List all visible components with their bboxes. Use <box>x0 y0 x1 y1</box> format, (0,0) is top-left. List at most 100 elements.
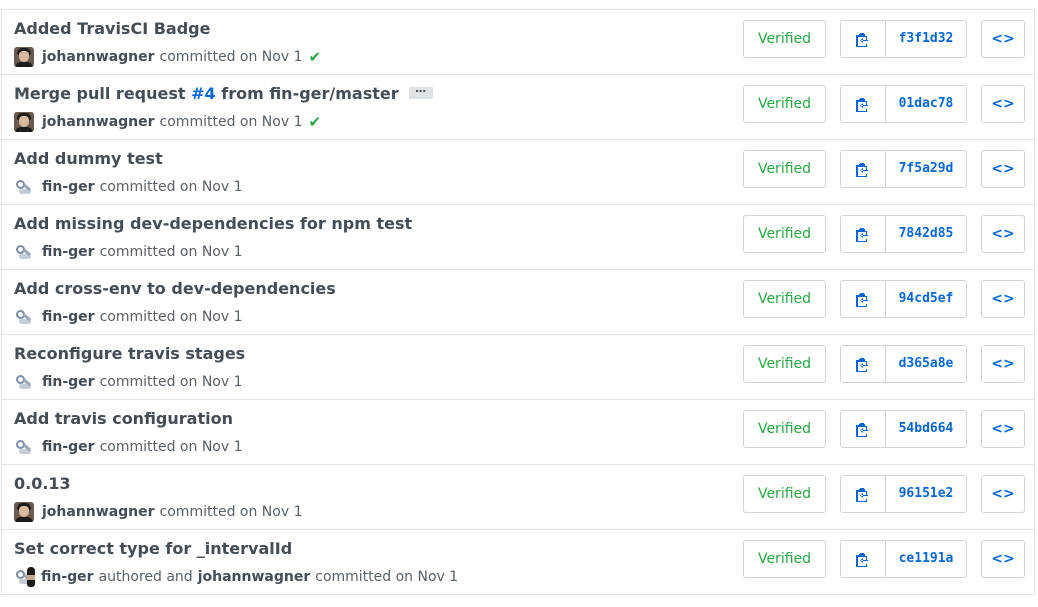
commit-title[interactable]: Add missing dev-dependencies for npm tes… <box>14 214 412 233</box>
commit-meta: fin-ger committed on Nov 1 <box>14 177 243 197</box>
sha-button-group: 01dac78 <box>840 85 967 123</box>
commit-date: committed on Nov 1 <box>315 569 459 585</box>
commit-title[interactable]: Set correct type for _intervalId <box>14 539 292 558</box>
commit-sha-link[interactable]: d365a8e <box>886 346 966 382</box>
code-icon[interactable]: <> <box>981 345 1025 383</box>
verified-badge[interactable]: Verified <box>743 20 826 58</box>
commit-sha-link[interactable]: 01dac78 <box>886 86 966 122</box>
avatar[interactable] <box>14 307 34 327</box>
verified-badge[interactable]: Verified <box>743 410 826 448</box>
author-link[interactable]: fin-ger <box>42 439 95 455</box>
verified-badge[interactable]: Verified <box>743 150 826 188</box>
verified-badge[interactable]: Verified <box>743 345 826 383</box>
commit-sha-link[interactable]: 7842d85 <box>886 216 966 252</box>
avatar[interactable] <box>14 47 34 67</box>
author-link[interactable]: fin-ger <box>42 244 95 260</box>
commit-row: 0.0.13 johannwagner committed on Nov 1 V… <box>1 465 1035 530</box>
commit-row: Reconfigure travis stages fin-ger commit… <box>1 335 1035 400</box>
ellipsis-icon: … <box>415 81 427 95</box>
avatar[interactable] <box>14 177 34 197</box>
clippy-icon[interactable] <box>841 346 886 382</box>
commit-sha-link[interactable]: 54bd664 <box>886 411 966 447</box>
commit-row: Added TravisCI Badge johannwagner commit… <box>1 10 1035 75</box>
commit-meta: johannwagner committed on Nov 1 <box>14 502 302 522</box>
commit-date: committed on Nov 1 <box>99 309 243 325</box>
commit-sha-link[interactable]: 94cd5ef <box>886 281 966 317</box>
committer-link[interactable]: johannwagner <box>198 569 311 585</box>
avatar[interactable] <box>14 372 34 392</box>
commit-list: Added TravisCI Badge johannwagner commit… <box>1 9 1035 595</box>
verified-badge[interactable]: Verified <box>743 215 826 253</box>
author-link[interactable]: fin-ger <box>41 569 94 585</box>
verified-badge[interactable]: Verified <box>743 280 826 318</box>
commit-row: Merge pull request #4 from fin-ger/maste… <box>1 75 1035 140</box>
commit-row: Add missing dev-dependencies for npm tes… <box>1 205 1035 270</box>
clippy-icon[interactable] <box>841 541 886 577</box>
commit-sha-link[interactable]: 7f5a29d <box>886 151 966 187</box>
verified-badge[interactable]: Verified <box>743 540 826 578</box>
check-icon[interactable]: ✔ <box>308 114 321 130</box>
clippy-icon[interactable] <box>841 281 886 317</box>
commit-meta: fin-ger committed on Nov 1 <box>14 307 243 327</box>
sha-button-group: 7842d85 <box>840 215 967 253</box>
commit-title[interactable]: Add travis configuration <box>14 409 233 428</box>
avatar[interactable] <box>14 502 34 522</box>
commit-sha-link[interactable]: 96151e2 <box>886 476 966 512</box>
clippy-icon[interactable] <box>841 86 886 122</box>
avatar[interactable] <box>14 437 34 457</box>
author-link[interactable]: fin-ger <box>42 374 95 390</box>
author-link[interactable]: johannwagner <box>42 49 155 65</box>
code-icon[interactable]: <> <box>981 20 1025 58</box>
avatar[interactable] <box>14 242 34 262</box>
commit-title[interactable]: 0.0.13 <box>14 474 71 493</box>
commit-title-suffix: from fin-ger/master <box>215 84 399 103</box>
code-icon[interactable]: <> <box>981 85 1025 123</box>
code-icon[interactable]: <> <box>981 410 1025 448</box>
commit-row: Set correct type for _intervalId fin-ger… <box>1 530 1035 595</box>
commit-sha-link[interactable]: f3f1d32 <box>886 21 966 57</box>
sha-button-group: 7f5a29d <box>840 150 967 188</box>
sha-button-group: f3f1d32 <box>840 20 967 58</box>
commit-date: committed on Nov 1 <box>99 374 243 390</box>
commit-title-prefix: Merge pull request <box>14 84 192 103</box>
clippy-icon[interactable] <box>841 476 886 512</box>
commit-sha-link[interactable]: ce1191a <box>886 541 966 577</box>
commit-title[interactable]: Add cross-env to dev-dependencies <box>14 279 336 298</box>
code-icon[interactable]: <> <box>981 215 1025 253</box>
clippy-icon[interactable] <box>841 411 886 447</box>
authored-text: authored and <box>98 569 193 585</box>
commit-title[interactable]: Add dummy test <box>14 149 163 168</box>
clippy-icon[interactable] <box>841 216 886 252</box>
code-icon[interactable]: <> <box>981 150 1025 188</box>
commit-meta: fin-ger committed on Nov 1 <box>14 372 243 392</box>
commit-row: Add cross-env to dev-dependencies fin-ge… <box>1 270 1035 335</box>
commit-date: committed on Nov 1 <box>159 49 303 65</box>
code-icon[interactable]: <> <box>981 475 1025 513</box>
verified-badge[interactable]: Verified <box>743 475 826 513</box>
commit-title[interactable]: Added TravisCI Badge <box>14 19 210 38</box>
avatar[interactable] <box>27 567 35 587</box>
commit-meta: fin-ger authored and johannwagner commit… <box>14 567 458 587</box>
pull-request-link[interactable]: #4 <box>191 84 216 103</box>
author-link[interactable]: johannwagner <box>42 504 155 520</box>
commit-meta: fin-ger committed on Nov 1 <box>14 242 243 262</box>
clippy-icon[interactable] <box>841 21 886 57</box>
verified-badge[interactable]: Verified <box>743 85 826 123</box>
avatar[interactable] <box>14 112 34 132</box>
commit-date: committed on Nov 1 <box>99 439 243 455</box>
check-icon[interactable]: ✔ <box>308 49 321 65</box>
avatar[interactable] <box>14 567 27 587</box>
author-link[interactable]: johannwagner <box>42 114 155 130</box>
commit-date: committed on Nov 1 <box>159 114 303 130</box>
commit-title[interactable]: Merge pull request #4 from fin-ger/maste… <box>14 82 433 103</box>
author-link[interactable]: fin-ger <box>42 179 95 195</box>
commit-row: Add travis configuration fin-ger committ… <box>1 400 1035 465</box>
code-icon[interactable]: <> <box>981 280 1025 318</box>
code-icon[interactable]: <> <box>981 540 1025 578</box>
commit-title[interactable]: Reconfigure travis stages <box>14 344 245 363</box>
expand-message-button[interactable]: … <box>408 82 433 99</box>
sha-button-group: ce1191a <box>840 540 967 578</box>
clippy-icon[interactable] <box>841 151 886 187</box>
author-link[interactable]: fin-ger <box>42 309 95 325</box>
commit-meta: fin-ger committed on Nov 1 <box>14 437 243 457</box>
